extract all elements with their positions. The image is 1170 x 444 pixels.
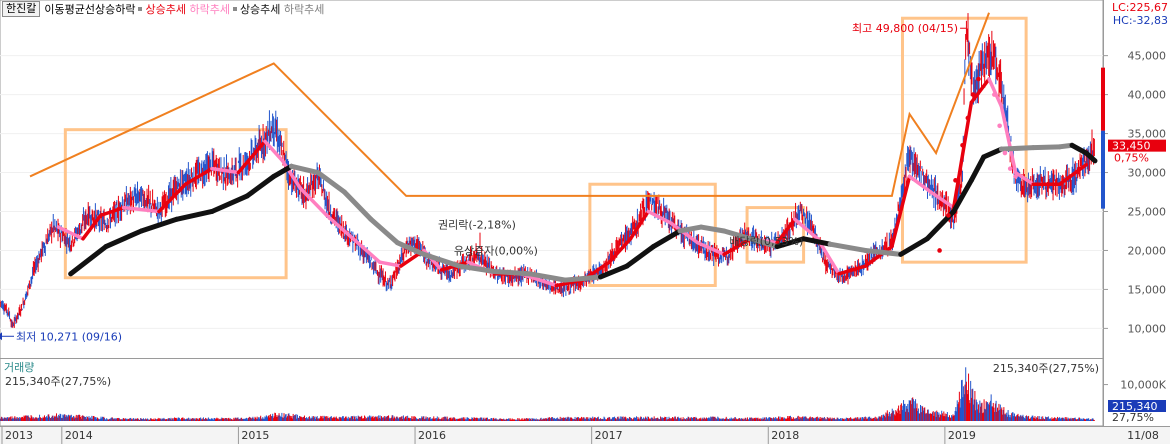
price-tick-label: 35,000 bbox=[1128, 128, 1167, 141]
low-label: 최저 10,271 (09/16) bbox=[16, 330, 122, 343]
ma-segment bbox=[562, 274, 603, 283]
legend-item-down-trend: 하락추세 bbox=[189, 3, 230, 16]
trend-dot bbox=[1002, 150, 1008, 156]
lc-readout: LC:225,67 bbox=[1111, 1, 1168, 14]
time-label: 2017 bbox=[595, 429, 623, 442]
price-tick-label: 10,000 bbox=[1128, 322, 1167, 335]
legend-item-up-trend: 상승추세 bbox=[145, 3, 186, 16]
hc-readout: HC:-32,83 bbox=[1112, 14, 1168, 27]
trend-dot bbox=[976, 76, 981, 82]
legend-item-ma-down-trend: 하락추세 bbox=[283, 3, 325, 16]
ma-segment bbox=[998, 145, 1036, 152]
time-label: 2016 bbox=[418, 429, 446, 442]
legend-separator-icon bbox=[232, 7, 237, 11]
legend-item-ma-up-trend: 상승추세 bbox=[239, 3, 281, 16]
legend: 한진칼 이동평균선상승하락 상승추세 하락추세 상승추세 하락추세 bbox=[2, 1, 324, 17]
time-label: 2014 bbox=[65, 429, 93, 442]
volume-right-label: 215,340주(27,75%) bbox=[993, 362, 1099, 375]
volume-pct-label: 27,75% bbox=[1112, 411, 1154, 424]
trend-dot bbox=[937, 248, 942, 253]
trend-dot bbox=[1007, 166, 1013, 171]
event-label: 유상증자(0,00%) bbox=[454, 244, 538, 257]
range-bar bbox=[1101, 67, 1105, 131]
trend-dot bbox=[970, 92, 976, 97]
price-tick-label: 40,000 bbox=[1128, 89, 1167, 102]
price-tick-label: 45,000 bbox=[1128, 50, 1167, 63]
time-label: 2019 bbox=[948, 429, 976, 442]
event-label: 배당락(0,53%) bbox=[729, 235, 803, 248]
time-label: 2015 bbox=[241, 429, 269, 442]
price-tick-label: 15,000 bbox=[1128, 283, 1167, 296]
trend-dot bbox=[1013, 174, 1018, 179]
price-chart: 최고 49,800 (04/15) 최저 10,271 (09/16) 권리락(-2… bbox=[0, 0, 1170, 444]
time-label: 11/08 bbox=[1127, 429, 1159, 442]
price-tick-label: 30,000 bbox=[1128, 167, 1167, 180]
event-label: 권리락(-2,18%) bbox=[438, 219, 516, 232]
volume-left-label: 215,340주(27,75%) bbox=[5, 375, 111, 388]
stock-name[interactable]: 한진칼 bbox=[2, 1, 41, 17]
trend-dot bbox=[965, 115, 971, 121]
trend-dot bbox=[946, 213, 951, 218]
time-label: 2013 bbox=[5, 429, 33, 442]
legend-separator-icon bbox=[138, 7, 143, 11]
change-label: 0,75% bbox=[1114, 152, 1149, 165]
ma-segment bbox=[492, 269, 533, 277]
volume-tick-label: 10,000K bbox=[1120, 379, 1166, 392]
trend-dot bbox=[960, 142, 965, 148]
ma-segment bbox=[1030, 144, 1063, 151]
time-label: 2018 bbox=[771, 429, 799, 442]
time-axis-bar bbox=[0, 427, 1170, 444]
range-bar bbox=[1101, 130, 1105, 209]
high-label: 최고 49,800 (04/15) bbox=[852, 22, 958, 35]
trend-dot bbox=[997, 123, 1002, 129]
indicator-name: 이동평균선상승하락 bbox=[44, 3, 136, 16]
volume-title: 거래량 bbox=[4, 361, 34, 374]
trend-dot bbox=[992, 92, 997, 97]
trend-dot bbox=[953, 178, 958, 183]
price-tick-label: 25,000 bbox=[1128, 205, 1167, 218]
price-tick-label: 20,000 bbox=[1128, 244, 1167, 257]
